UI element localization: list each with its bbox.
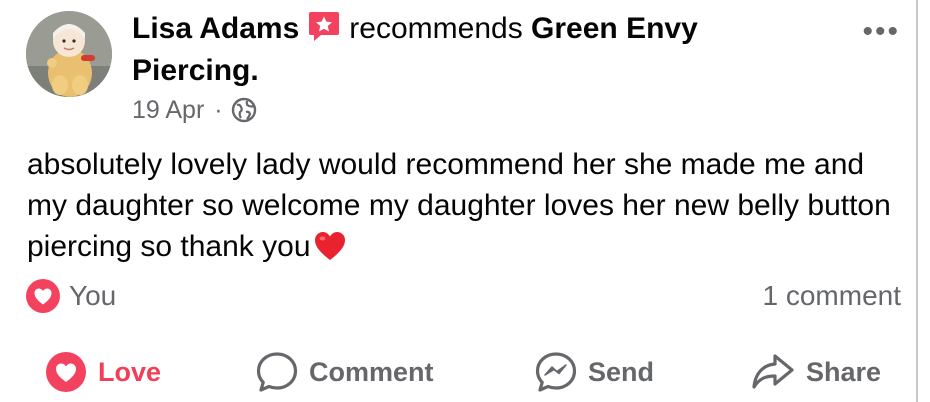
more-options-button[interactable]: ••• (862, 17, 900, 47)
recommendation-icon (309, 12, 340, 41)
more-icon: ••• (862, 15, 900, 48)
reactor-name: You (69, 280, 117, 311)
meta-separator: · (214, 96, 223, 124)
love-icon (46, 352, 86, 392)
love-label: Love (98, 356, 162, 387)
love-reaction-icon (26, 279, 60, 313)
comment-count[interactable]: 1 comment (763, 278, 902, 314)
post-meta: 19 Apr · (132, 95, 257, 125)
love-button[interactable]: Love (44, 347, 161, 397)
author-name[interactable]: Lisa Adams (132, 12, 299, 45)
post-text: absolutely lovely lady would recommend h… (27, 144, 907, 267)
share-icon (752, 354, 794, 389)
share-button[interactable]: Share (750, 347, 881, 397)
comment-icon (256, 352, 298, 392)
send-label: Send (588, 356, 655, 387)
page-name-line1[interactable]: Green Envy (531, 12, 698, 45)
avatar[interactable] (26, 11, 112, 97)
post-header-line2: Piercing. (132, 50, 259, 92)
send-button[interactable]: Send (534, 347, 654, 397)
action-bar: Love Comment Send Share (0, 347, 930, 397)
heart-emoji-icon (314, 232, 345, 260)
post-text-content: absolutely lovely lady would recommend h… (27, 148, 891, 263)
avatar-image (26, 11, 112, 97)
messenger-icon (535, 352, 577, 392)
post-date[interactable]: 19 Apr (132, 95, 204, 125)
reactions-summary[interactable]: You (25, 278, 116, 314)
post-header-line1: Lisa Adams recommends Green Envy (132, 8, 852, 50)
window-edge (916, 0, 918, 402)
globe-icon (231, 97, 256, 123)
action-text: recommends (349, 12, 523, 45)
comment-label: Comment (309, 356, 434, 387)
page-name-line2[interactable]: Piercing. (132, 54, 259, 87)
comment-button[interactable]: Comment (255, 347, 434, 397)
share-label: Share (806, 356, 882, 387)
